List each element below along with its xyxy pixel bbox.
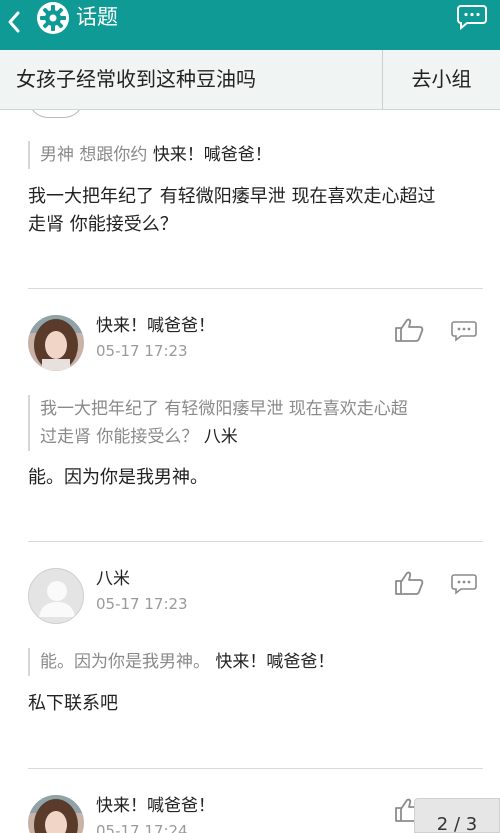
reply-time: 05-17 17:24 [96,822,188,833]
reply-body: 能。因为你是我男神。 [28,467,208,488]
quote-text: 能。因为你是我男神。 [40,652,210,672]
reply-quote: 我一大把年纪了 有轻微阳痿早泄 现在喜欢走心超 过走肾 你能接受么？ 八米 [28,395,408,451]
reply-separator [28,288,483,289]
back-arrow-icon[interactable] [6,10,22,34]
reply-author-name[interactable]: 快来！喊爸爸！ [96,794,215,818]
quote-author: 八米 [203,427,238,447]
reply-quote: 能。因为你是我男神。 快来！喊爸爸！ [28,648,334,676]
avatar[interactable] [28,568,84,624]
topic-bar: 女孩子经常收到这种豆油吗 去小组 [0,50,500,110]
reply-body: 我一大把年纪了 有轻微阳痿早泄 现在喜欢走心超过 走肾 你能接受么？ [28,183,435,239]
quote-text: 我一大把年纪了 有轻微阳痿早泄 现在喜欢走心超 [40,399,408,419]
reply-time: 05-17 17:23 [96,342,188,360]
user-photo-icon [28,795,84,833]
app-title: 话题 [76,5,118,29]
thumbs-up-icon[interactable] [394,570,424,596]
reply-quote: 男神 想跟你约 快来！喊爸爸！ [28,141,272,169]
quote-author: 快来！喊爸爸！ [215,652,335,672]
reply-author-name[interactable]: 快来！喊爸爸！ [96,314,215,338]
quote-text: 男神 想跟你约 [40,145,148,165]
user-photo-icon [28,315,84,371]
chat-bubble-icon[interactable] [457,4,487,30]
quote-author: 快来！喊爸爸！ [152,145,272,165]
reply-author-name[interactable]: 八米 [96,567,130,591]
topic-title: 女孩子经常收到这种豆油吗 [16,67,256,91]
reply-body: 私下联系吧 [28,693,118,714]
default-user-icon [39,581,75,617]
reply-separator [28,541,483,542]
reply-body-line: 走肾 你能接受么？ [28,214,178,235]
avatar[interactable] [28,315,84,371]
go-to-group-button[interactable]: 去小组 [383,50,500,110]
reply-time: 05-17 17:23 [96,595,188,613]
avatar[interactable] [28,795,84,833]
comment-icon[interactable] [451,320,477,342]
reply-body-line: 我一大把年纪了 有轻微阳痿早泄 现在喜欢走心超过 [28,186,436,207]
app-bar: 话题 [0,0,500,50]
reply-separator [28,768,483,769]
topic-gear-logo-icon [37,2,69,34]
quote-text: 过走肾 你能接受么？ [40,427,204,447]
page-indicator: 2 / 3 [414,798,500,833]
thumbs-up-icon[interactable] [394,317,424,343]
comment-icon[interactable] [451,573,477,595]
